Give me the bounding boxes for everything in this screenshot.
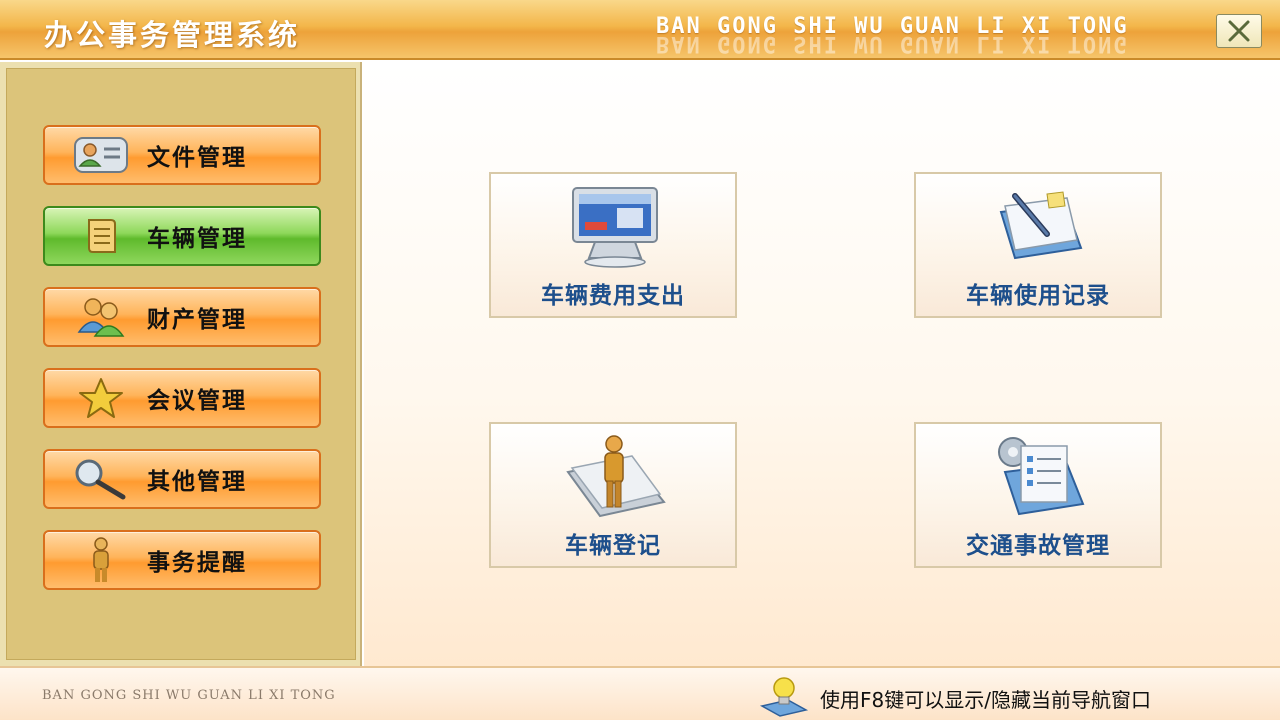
- nav-other-management[interactable]: 其他管理: [43, 449, 321, 509]
- contact-card-icon: [71, 133, 131, 177]
- nav-affairs-reminder[interactable]: 事务提醒: [43, 530, 321, 590]
- sidebar-panel: 文件管理 车辆管理 财产管理 会议管理 其他管理 事务提醒: [6, 68, 356, 660]
- nav-label: 车辆管理: [147, 226, 247, 252]
- nav-vehicle-management[interactable]: 车辆管理: [43, 206, 321, 266]
- monitor-icon: [551, 182, 679, 272]
- document-icon: [71, 214, 131, 258]
- nav-meeting-management[interactable]: 会议管理: [43, 368, 321, 428]
- gear-checklist-icon: [976, 432, 1104, 522]
- magnifier-icon: [71, 457, 131, 501]
- tile-label: 车辆使用记录: [966, 283, 1110, 309]
- pen-notebook-icon: [976, 182, 1104, 272]
- f8-hint-text: 使用F8键可以显示/隐藏当前导航窗口: [820, 688, 1151, 712]
- tile-label: 车辆登记: [565, 533, 661, 559]
- tile-vehicle-usage-records[interactable]: 车辆使用记录: [914, 172, 1162, 318]
- tile-traffic-accident-management[interactable]: 交通事故管理: [914, 422, 1162, 568]
- sidebar: 文件管理 车辆管理 财产管理 会议管理 其他管理 事务提醒: [0, 62, 362, 666]
- pinyin-title-reflection: BAN GONG SHI WU GUAN LI XI TONG: [656, 32, 1129, 56]
- nav-file-management[interactable]: 文件管理: [43, 125, 321, 185]
- close-button[interactable]: [1216, 14, 1262, 48]
- app-title: 办公事务管理系统: [44, 18, 301, 52]
- star-icon: [71, 376, 131, 420]
- tile-vehicle-expenses[interactable]: 车辆费用支出: [489, 172, 737, 318]
- nav-label: 其他管理: [147, 469, 247, 495]
- tile-vehicle-registration[interactable]: 车辆登记: [489, 422, 737, 568]
- nav-label: 事务提醒: [147, 550, 247, 576]
- users-icon: [71, 295, 131, 339]
- title-bar: 办公事务管理系统 BAN GONG SHI WU GUAN LI XI TONG…: [0, 0, 1280, 60]
- status-bar: BAN GONG SHI WU GUAN LI XI TONG 使用F8键可以显…: [0, 666, 1280, 720]
- person-icon: [71, 537, 131, 582]
- close-icon: [1228, 20, 1250, 42]
- lightbulb-icon: [758, 674, 810, 718]
- tile-label: 车辆费用支出: [541, 283, 685, 309]
- nav-property-management[interactable]: 财产管理: [43, 287, 321, 347]
- tile-label: 交通事故管理: [966, 533, 1110, 559]
- nav-label: 文件管理: [147, 145, 247, 171]
- footer-pinyin: BAN GONG SHI WU GUAN LI XI TONG: [42, 688, 336, 703]
- person-document-icon: [551, 432, 679, 522]
- main-content: 车辆费用支出 车辆使用记录 车辆登记 交通事故管理: [364, 62, 1280, 666]
- nav-label: 财产管理: [147, 307, 247, 333]
- nav-label: 会议管理: [147, 388, 247, 414]
